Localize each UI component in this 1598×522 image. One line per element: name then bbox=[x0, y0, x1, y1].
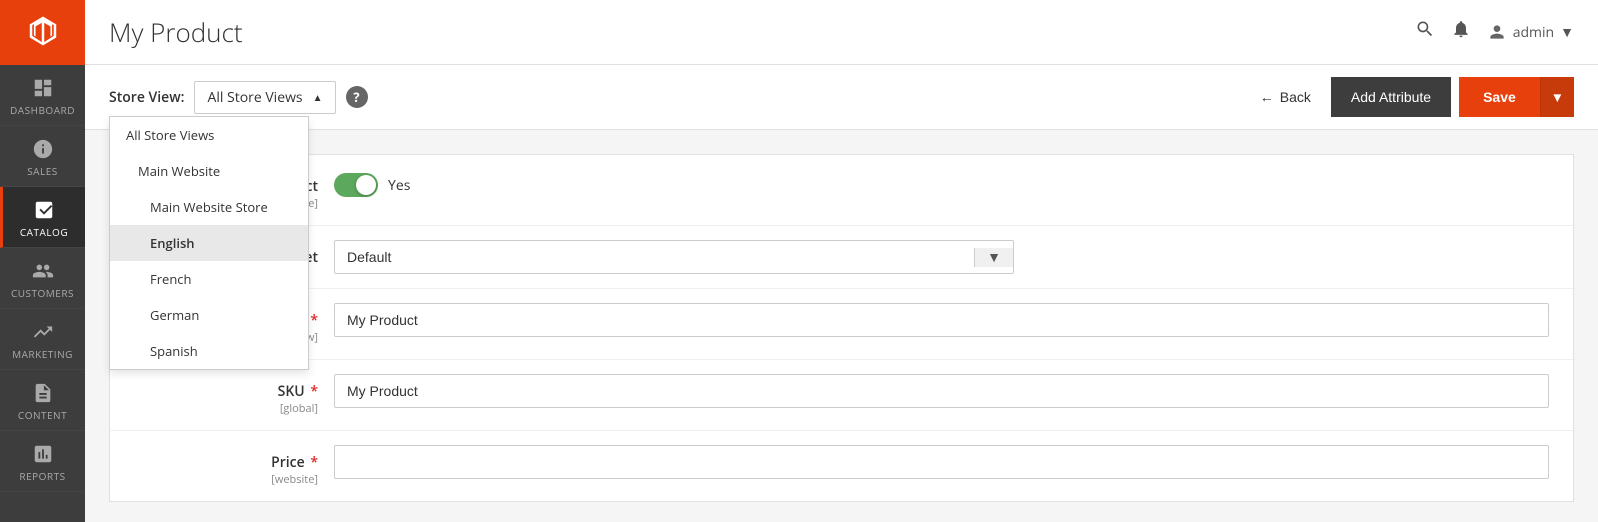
sidebar-item-catalog[interactable]: Catalog bbox=[0, 187, 85, 248]
sidebar-item-sales[interactable]: Sales bbox=[0, 126, 85, 187]
enable-product-control: Yes bbox=[334, 169, 1549, 197]
help-icon[interactable]: ? bbox=[346, 86, 368, 108]
store-view-selector[interactable]: All Store Views bbox=[194, 81, 335, 114]
store-view-group: Store View: All Store Views ? All Store … bbox=[109, 81, 368, 114]
dropdown-item-spanish[interactable]: Spanish bbox=[110, 333, 308, 369]
attribute-set-control: Default ▼ bbox=[334, 240, 1549, 274]
admin-menu[interactable]: admin ▼ bbox=[1487, 22, 1574, 42]
header-actions: admin ▼ bbox=[1415, 19, 1574, 45]
store-view-label: Store View: bbox=[109, 88, 184, 107]
main-content: My Product admin ▼ Store View: All Store… bbox=[85, 0, 1598, 522]
back-arrow-icon: ← bbox=[1260, 89, 1274, 105]
store-view-value: All Store Views bbox=[207, 88, 302, 107]
dropdown-item-all-store-views[interactable]: All Store Views bbox=[110, 117, 308, 153]
sidebar-item-marketing[interactable]: Marketing bbox=[0, 309, 85, 370]
sidebar-item-catalog-label: Catalog bbox=[20, 225, 68, 239]
product-name-control bbox=[334, 303, 1549, 337]
attribute-set-select-wrapper: Default ▼ bbox=[334, 240, 1014, 274]
dropdown-item-main-website[interactable]: Main Website bbox=[110, 153, 308, 189]
price-label: Price * bbox=[134, 453, 318, 472]
store-view-dropdown: All Store Views Main Website Main Websit… bbox=[109, 116, 309, 370]
sku-scope: [global] bbox=[134, 401, 318, 416]
bell-icon[interactable] bbox=[1451, 19, 1471, 45]
toolbar-right: ← Back Add Attribute Save ▼ bbox=[1248, 77, 1574, 117]
attribute-set-select[interactable]: Default bbox=[335, 241, 974, 273]
sidebar-item-customers-label: Customers bbox=[11, 286, 74, 300]
toggle-knob bbox=[356, 175, 376, 195]
sidebar: Dashboard Sales Catalog Customers Market… bbox=[0, 0, 85, 522]
sidebar-item-reports[interactable]: Reports bbox=[0, 431, 85, 492]
price-row: Price * [website] bbox=[110, 431, 1573, 501]
sku-label-group: SKU * [global] bbox=[134, 374, 334, 416]
page-header: My Product admin ▼ bbox=[85, 0, 1598, 65]
enable-product-toggle[interactable] bbox=[334, 173, 378, 197]
price-control bbox=[334, 445, 1549, 479]
enable-product-toggle-group: Yes bbox=[334, 169, 1549, 197]
sku-required: * bbox=[307, 382, 318, 401]
page-toolbar: Store View: All Store Views ? All Store … bbox=[85, 65, 1598, 130]
product-name-input[interactable] bbox=[334, 303, 1549, 337]
form-content: Enable Product [website] Yes Attribute S… bbox=[85, 130, 1598, 522]
price-input[interactable] bbox=[334, 445, 1549, 479]
product-form: Enable Product [website] Yes Attribute S… bbox=[109, 154, 1574, 502]
sidebar-item-dashboard-label: Dashboard bbox=[10, 103, 75, 117]
sidebar-item-content[interactable]: Content bbox=[0, 370, 85, 431]
dropdown-item-english[interactable]: English bbox=[110, 225, 308, 261]
sidebar-item-dashboard[interactable]: Dashboard bbox=[0, 65, 85, 126]
price-required: * bbox=[307, 453, 318, 472]
enable-product-value: Yes bbox=[388, 176, 410, 195]
enable-product-row: Enable Product [website] Yes bbox=[110, 155, 1573, 226]
admin-dropdown-icon: ▼ bbox=[1560, 23, 1574, 42]
page-title: My Product bbox=[109, 14, 243, 50]
search-icon[interactable] bbox=[1415, 19, 1435, 45]
price-scope: [website] bbox=[134, 472, 318, 487]
admin-label: admin bbox=[1513, 23, 1554, 42]
select-arrow-icon: ▼ bbox=[974, 248, 1013, 267]
add-attribute-button[interactable]: Add Attribute bbox=[1331, 77, 1451, 117]
save-button-group: Save ▼ bbox=[1459, 77, 1574, 117]
sidebar-item-reports-label: Reports bbox=[19, 469, 65, 483]
sku-label: SKU * bbox=[134, 382, 318, 401]
attribute-set-row: Attribute Set Default ▼ bbox=[110, 226, 1573, 289]
sku-input[interactable] bbox=[334, 374, 1549, 408]
magento-logo[interactable] bbox=[0, 0, 85, 65]
back-label: Back bbox=[1280, 89, 1311, 105]
price-label-group: Price * [website] bbox=[134, 445, 334, 487]
sidebar-item-marketing-label: Marketing bbox=[12, 347, 73, 361]
back-button[interactable]: ← Back bbox=[1248, 81, 1323, 113]
dropdown-item-main-website-store[interactable]: Main Website Store bbox=[110, 189, 308, 225]
sidebar-item-content-label: Content bbox=[18, 408, 67, 422]
sidebar-item-customers[interactable]: Customers bbox=[0, 248, 85, 309]
sku-row: SKU * [global] bbox=[110, 360, 1573, 431]
dropdown-item-german[interactable]: German bbox=[110, 297, 308, 333]
product-name-row: Product Name * [store view] bbox=[110, 289, 1573, 360]
save-dropdown-button[interactable]: ▼ bbox=[1540, 77, 1574, 117]
save-button[interactable]: Save bbox=[1459, 77, 1540, 117]
dropdown-item-french[interactable]: French bbox=[110, 261, 308, 297]
save-dropdown-arrow: ▼ bbox=[1551, 90, 1564, 105]
sidebar-item-sales-label: Sales bbox=[27, 164, 58, 178]
sku-control bbox=[334, 374, 1549, 408]
